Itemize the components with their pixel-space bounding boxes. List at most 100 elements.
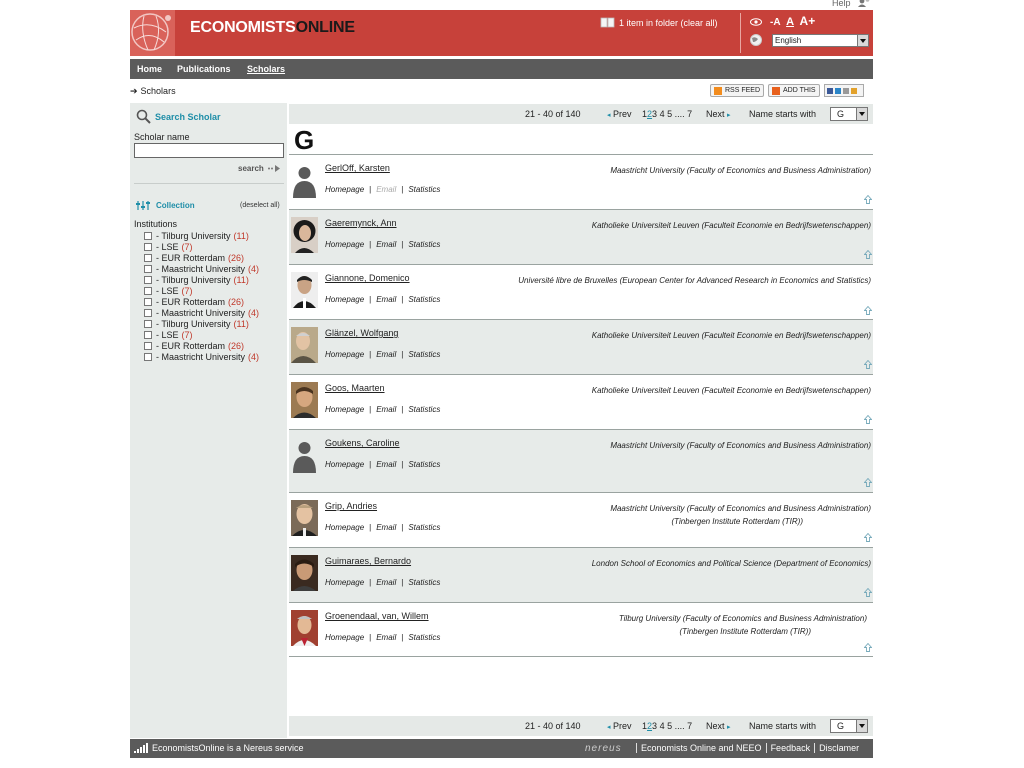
checkbox[interactable] (144, 286, 152, 295)
homepage-link[interactable]: Homepage (325, 295, 364, 304)
prev-page-link[interactable]: ◂ Prev (607, 109, 632, 119)
back-to-top-icon[interactable] (864, 360, 872, 369)
statistics-link[interactable]: Statistics (408, 185, 440, 194)
social-icons[interactable] (823, 84, 864, 97)
homepage-link[interactable]: Homepage (325, 405, 364, 414)
help-person-icon[interactable] (857, 0, 870, 7)
folder-status[interactable]: 1 item in folder (clear all) (600, 17, 718, 28)
deselect-all-link[interactable]: (deselect all) (240, 202, 280, 209)
scholar-name-link[interactable]: GerlOff, Karsten (325, 163, 390, 173)
statistics-link[interactable]: Statistics (408, 405, 440, 414)
chevron-down-icon[interactable] (856, 108, 867, 120)
font-larger-button[interactable]: A+ (800, 14, 816, 28)
email-link[interactable]: Email (376, 240, 396, 249)
back-to-top-icon[interactable] (864, 250, 872, 259)
institution-item[interactable]: - LSE (7) (144, 285, 259, 296)
logo-emblem[interactable] (130, 10, 175, 56)
letter-select[interactable]: G (830, 107, 868, 121)
institution-item[interactable]: - Maastricht University (4) (144, 307, 259, 318)
scholar-name-link[interactable]: Goos, Maarten (325, 383, 385, 393)
homepage-link[interactable]: Homepage (325, 240, 364, 249)
checkbox[interactable] (144, 275, 152, 284)
digg-icon[interactable] (842, 87, 849, 94)
next-page-link[interactable]: Next ▸ (706, 109, 731, 119)
statistics-link[interactable]: Statistics (408, 578, 440, 587)
checkbox[interactable] (144, 330, 152, 339)
email-link[interactable]: Email (376, 633, 396, 642)
scholar-name-link[interactable]: Goukens, Caroline (325, 438, 400, 448)
checkbox[interactable] (144, 319, 152, 328)
add-this-button[interactable]: ADD THIS (768, 84, 820, 97)
help-link[interactable]: Help (832, 0, 851, 8)
font-smaller-button[interactable]: -A (770, 17, 781, 28)
email-link[interactable]: Email (376, 350, 396, 359)
institution-item[interactable]: - LSE (7) (144, 241, 259, 252)
page-link[interactable]: 5 (667, 721, 672, 731)
statistics-link[interactable]: Statistics (408, 523, 440, 532)
nav-publications[interactable]: Publications (177, 64, 231, 74)
checkbox[interactable] (144, 231, 152, 240)
checkbox[interactable] (144, 264, 152, 273)
email-link[interactable]: Email (376, 523, 396, 532)
statistics-link[interactable]: Statistics (408, 240, 440, 249)
homepage-link[interactable]: Homepage (325, 185, 364, 194)
back-to-top-icon[interactable] (864, 415, 872, 424)
chevron-down-icon[interactable] (857, 35, 868, 46)
scholar-name-link[interactable]: Groenendaal, van, Willem (325, 611, 429, 621)
font-normal-button[interactable]: A (786, 16, 794, 28)
back-to-top-icon[interactable] (864, 588, 872, 597)
page-link[interactable]: 3 (652, 109, 657, 119)
statistics-link[interactable]: Statistics (408, 460, 440, 469)
rss-feed-button[interactable]: RSS FEED (710, 84, 765, 97)
checkbox[interactable] (144, 253, 152, 262)
page-link[interactable]: 4 (660, 721, 665, 731)
back-to-top-icon[interactable] (864, 195, 872, 204)
institution-item[interactable]: - EUR Rotterdam (26) (144, 340, 259, 351)
footer-link-feedback[interactable]: Feedback (765, 743, 815, 753)
email-link[interactable]: Email (376, 578, 396, 587)
back-to-top-icon[interactable] (864, 643, 872, 652)
institution-item[interactable]: - Maastricht University (4) (144, 263, 259, 274)
back-to-top-icon[interactable] (864, 306, 872, 315)
institution-item[interactable]: - Maastricht University (4) (144, 351, 259, 362)
back-to-top-icon[interactable] (864, 478, 872, 487)
email-link[interactable]: Email (376, 460, 396, 469)
institution-item[interactable]: - EUR Rotterdam (26) (144, 296, 259, 307)
homepage-link[interactable]: Homepage (325, 578, 364, 587)
delicious-icon[interactable] (834, 87, 841, 94)
checkbox[interactable] (144, 352, 152, 361)
statistics-link[interactable]: Statistics (408, 633, 440, 642)
nav-home[interactable]: Home (137, 64, 162, 74)
homepage-link[interactable]: Homepage (325, 633, 364, 642)
scholar-name-input[interactable] (134, 143, 284, 158)
nereus-logo[interactable]: nereus (585, 743, 622, 754)
facebook-icon[interactable] (826, 87, 833, 94)
institution-item[interactable]: - LSE (7) (144, 329, 259, 340)
folder-text[interactable]: 1 item in folder (clear all) (619, 18, 718, 28)
statistics-link[interactable]: Statistics (408, 295, 440, 304)
institution-item[interactable]: - EUR Rotterdam (26) (144, 252, 259, 263)
page-link[interactable]: 7 (687, 721, 692, 731)
more-share-icon[interactable] (850, 87, 857, 94)
footer-link-economists-neeo[interactable]: Economists Online and NEEO (636, 743, 766, 753)
email-link[interactable]: Email (376, 405, 396, 414)
search-button[interactable]: search (238, 164, 281, 173)
logo-wordmark[interactable]: ECONOMISTSONLINE (190, 19, 355, 37)
page-link[interactable]: 5 (667, 109, 672, 119)
checkbox[interactable] (144, 242, 152, 251)
homepage-link[interactable]: Homepage (325, 460, 364, 469)
page-link[interactable]: 4 (660, 109, 665, 119)
back-to-top-icon[interactable] (864, 533, 872, 542)
checkbox[interactable] (144, 308, 152, 317)
institution-item[interactable]: - Tilburg University (11) (144, 230, 259, 241)
email-link[interactable]: Email (376, 295, 396, 304)
scholar-name-link[interactable]: Glänzel, Wolfgang (325, 328, 398, 338)
institution-item[interactable]: - Tilburg University (11) (144, 318, 259, 329)
institution-item[interactable]: - Tilburg University (11) (144, 274, 259, 285)
chevron-down-icon[interactable] (856, 720, 867, 732)
scholar-name-link[interactable]: Giannone, Domenico (325, 273, 410, 283)
checkbox[interactable] (144, 297, 152, 306)
statistics-link[interactable]: Statistics (408, 350, 440, 359)
prev-page-link[interactable]: ◂ Prev (607, 721, 632, 731)
footer-link-disclaimer[interactable]: Disclamer (814, 743, 864, 753)
